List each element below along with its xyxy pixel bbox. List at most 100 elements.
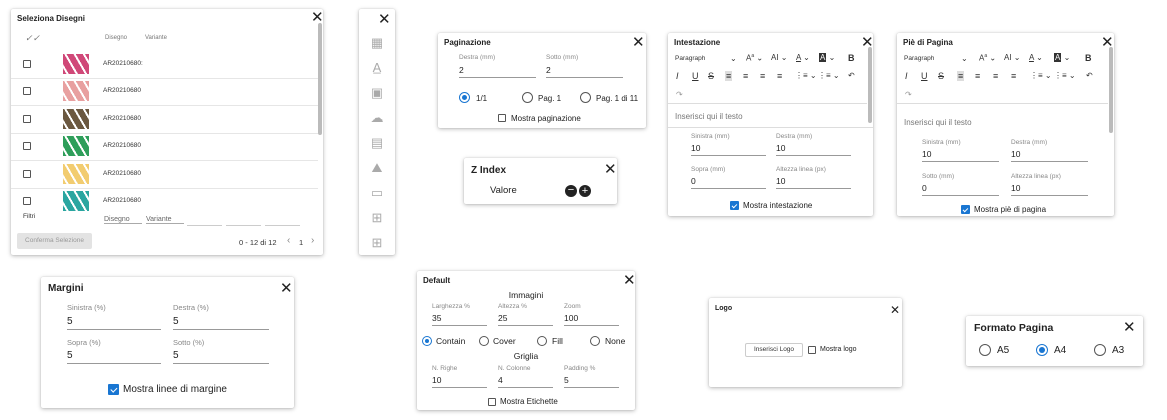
bold-icon[interactable]: B bbox=[848, 53, 855, 63]
radio-1-1[interactable] bbox=[459, 92, 470, 103]
cloud-icon[interactable]: ☁ bbox=[370, 110, 384, 125]
font-color-icon[interactable]: A ⌄ bbox=[1029, 53, 1043, 62]
filter-field[interactable] bbox=[187, 225, 222, 226]
table-icon[interactable]: ▦ bbox=[370, 35, 384, 50]
destra-input[interactable]: 10 bbox=[776, 143, 851, 156]
filter-field[interactable] bbox=[265, 225, 300, 226]
bullet-list-icon[interactable]: ⋮≡ ⌄ bbox=[1030, 71, 1052, 80]
landscape-icon[interactable]: ⛰ bbox=[370, 160, 384, 175]
destra-input[interactable]: 10 bbox=[1011, 149, 1088, 162]
close-icon[interactable]: ✕ bbox=[378, 12, 391, 27]
radio-fill[interactable] bbox=[537, 336, 547, 346]
chevron-down-icon[interactable]: ⌄ bbox=[730, 54, 737, 63]
row-checkbox[interactable] bbox=[23, 197, 31, 205]
close-icon[interactable]: ✕ bbox=[604, 162, 617, 177]
scrollbar[interactable] bbox=[1109, 47, 1113, 133]
sopra-input[interactable]: 0 bbox=[691, 176, 766, 189]
sotto-input[interactable]: 2 bbox=[546, 65, 623, 78]
grid-icon[interactable]: ⊞ bbox=[370, 210, 384, 225]
italic-icon[interactable]: I bbox=[676, 71, 679, 81]
close-icon[interactable]: ✕ bbox=[632, 35, 645, 50]
filter-field[interactable] bbox=[226, 225, 261, 226]
paragraph-select[interactable]: Paragraph bbox=[904, 55, 934, 62]
scrollbar[interactable] bbox=[318, 23, 322, 135]
radio-pag-1[interactable] bbox=[522, 92, 533, 103]
sinistra-input[interactable]: 10 bbox=[691, 143, 766, 156]
strikethrough-icon[interactable]: S bbox=[708, 71, 714, 81]
ruler-icon[interactable]: ▭ bbox=[370, 185, 384, 200]
increment-icon[interactable]: + bbox=[579, 185, 591, 197]
filter-disegno[interactable]: Disegno bbox=[104, 216, 142, 224]
close-icon[interactable]: ✕ bbox=[623, 273, 636, 288]
align-right-icon[interactable]: ≡ bbox=[760, 71, 765, 81]
font-case-icon[interactable]: AI ⌄ bbox=[1004, 53, 1020, 62]
mostra-linee-di-margine-checkbox[interactable] bbox=[108, 384, 119, 395]
close-icon[interactable]: ✕ bbox=[1123, 320, 1136, 335]
undo-icon[interactable]: ↶ bbox=[1086, 71, 1093, 80]
undo-icon[interactable]: ↶ bbox=[848, 71, 855, 80]
close-icon[interactable]: ✕ bbox=[890, 303, 900, 317]
radio-none[interactable] bbox=[590, 336, 600, 346]
mostra-paginazione-checkbox[interactable] bbox=[498, 114, 506, 122]
mostra-intestazione-checkbox[interactable] bbox=[730, 201, 739, 210]
align-center-icon[interactable]: ≡ bbox=[743, 71, 748, 81]
document-icon[interactable]: ▤ bbox=[370, 135, 384, 150]
close-icon[interactable]: ✕ bbox=[280, 281, 293, 296]
radio-contain[interactable] bbox=[422, 336, 432, 346]
justify-icon[interactable]: ≡ bbox=[777, 71, 782, 81]
numbered-list-icon[interactable]: ⋮≡ ⌄ bbox=[1054, 71, 1076, 80]
underline-icon[interactable]: U bbox=[921, 71, 928, 81]
font-size-icon[interactable]: Aa ⌄ bbox=[979, 53, 996, 63]
n-righe-input[interactable]: 10 bbox=[432, 375, 487, 388]
redo-icon[interactable]: ↷ bbox=[905, 90, 912, 99]
row-checkbox[interactable] bbox=[23, 170, 31, 178]
destra-input[interactable]: 2 bbox=[459, 65, 536, 78]
text-editor[interactable]: Inserisci qui il testo bbox=[904, 118, 972, 127]
radio-cover[interactable] bbox=[479, 336, 489, 346]
sopra-input[interactable]: 5 bbox=[67, 350, 161, 364]
italic-icon[interactable]: I bbox=[905, 71, 908, 81]
sinistra-input[interactable]: 10 bbox=[922, 149, 999, 162]
text-editor[interactable]: Inserisci qui il testo bbox=[675, 112, 743, 121]
font-case-icon[interactable]: AI ⌄ bbox=[771, 53, 787, 62]
numbered-list-icon[interactable]: ⋮≡ ⌄ bbox=[818, 71, 840, 80]
mostra-logo-checkbox[interactable] bbox=[808, 346, 816, 354]
mostra-pie-di-pagina-checkbox[interactable] bbox=[961, 205, 970, 214]
highlight-icon[interactable]: A ⌄ bbox=[819, 53, 835, 62]
row-checkbox[interactable] bbox=[23, 142, 31, 150]
highlight-icon[interactable]: A ⌄ bbox=[1054, 53, 1070, 62]
filter-variante[interactable]: Variante bbox=[146, 216, 184, 224]
padding-input[interactable]: 5 bbox=[564, 375, 619, 388]
align-left-icon[interactable]: ≡ bbox=[957, 71, 965, 81]
select-all-icon[interactable]: ✓✓ bbox=[25, 33, 40, 44]
paragraph-select[interactable]: Paragraph bbox=[675, 55, 705, 62]
radio-pag-1-di-11[interactable] bbox=[580, 92, 591, 103]
radio-a3[interactable] bbox=[1094, 344, 1106, 356]
font-color-icon[interactable]: A ⌄ bbox=[796, 53, 810, 62]
decrement-icon[interactable]: − bbox=[565, 185, 577, 197]
altezza-linea-input[interactable]: 10 bbox=[776, 176, 851, 189]
justify-icon[interactable]: ≡ bbox=[1011, 71, 1016, 81]
conferma-selezione-button[interactable]: Conferma Selezione bbox=[17, 233, 92, 249]
larghezza-input[interactable]: 35 bbox=[432, 313, 487, 326]
prev-page-icon[interactable]: ‹ bbox=[287, 235, 290, 246]
row-checkbox[interactable] bbox=[23, 115, 31, 123]
n-colonne-input[interactable]: 4 bbox=[498, 375, 553, 388]
radio-a5[interactable] bbox=[979, 344, 991, 356]
text-icon[interactable]: A̲ bbox=[370, 60, 384, 75]
align-left-icon[interactable]: ≡ bbox=[725, 71, 733, 81]
add-icon[interactable]: ⊞ bbox=[370, 235, 384, 250]
image-icon[interactable]: ▣ bbox=[370, 85, 384, 100]
underline-icon[interactable]: U bbox=[692, 71, 699, 81]
altezza-linea-input[interactable]: 10 bbox=[1011, 183, 1088, 196]
scrollbar[interactable] bbox=[868, 47, 872, 123]
zoom-input[interactable]: 100 bbox=[564, 313, 619, 326]
bullet-list-icon[interactable]: ⋮≡ ⌄ bbox=[795, 71, 817, 80]
sinistra-input[interactable]: 5 bbox=[67, 316, 161, 330]
row-checkbox[interactable] bbox=[23, 87, 31, 95]
destra-input[interactable]: 5 bbox=[173, 316, 269, 330]
align-center-icon[interactable]: ≡ bbox=[975, 71, 980, 81]
strikethrough-icon[interactable]: S bbox=[938, 71, 944, 81]
next-page-icon[interactable]: › bbox=[311, 235, 314, 246]
align-right-icon[interactable]: ≡ bbox=[993, 71, 998, 81]
